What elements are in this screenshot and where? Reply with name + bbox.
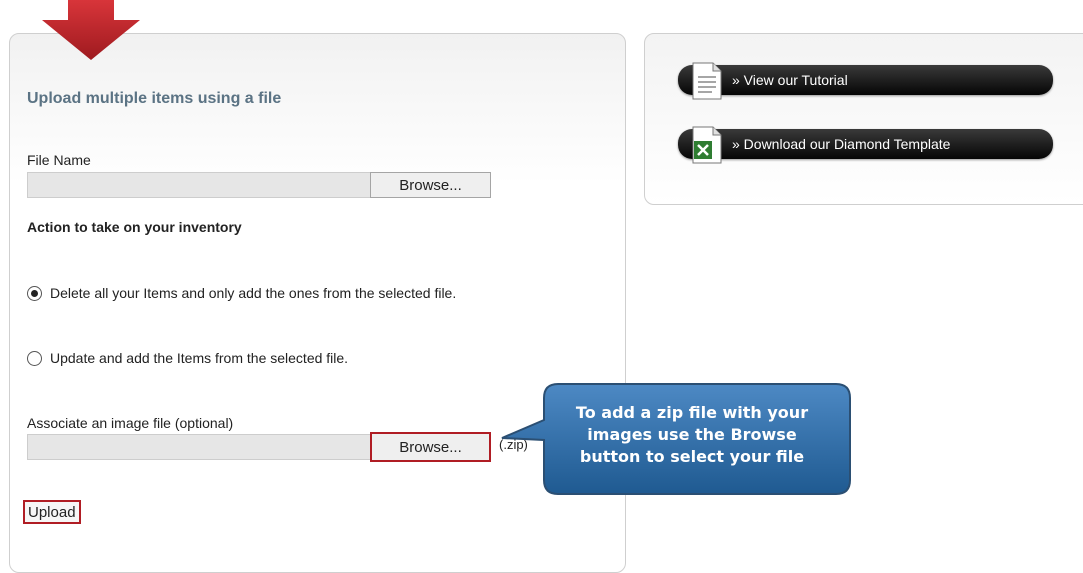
- action-label: Action to take on your inventory: [27, 219, 242, 235]
- callout-line: To add a zip file with your: [575, 403, 809, 422]
- red-down-arrow-icon: [42, 0, 140, 60]
- page-title: Upload multiple items using a file: [27, 90, 282, 107]
- radio-unselected-icon[interactable]: [27, 350, 42, 366]
- tutorial-link[interactable]: » View our Tutorial: [678, 62, 1053, 100]
- image-browse-button[interactable]: Browse...: [370, 432, 491, 462]
- image-file-label: Associate an image file (optional): [27, 415, 234, 431]
- radio-update-add-label: Update and add the Items from the select…: [50, 350, 349, 366]
- document-icon: [692, 62, 722, 100]
- file-name-label: File Name: [27, 152, 91, 168]
- callout-text: To add a zip file with your images use t…: [542, 402, 842, 468]
- diamond-template-link[interactable]: » Download our Diamond Template: [678, 126, 1053, 164]
- callout-line: images use the Browse: [587, 425, 797, 444]
- resources-panel: [644, 33, 1083, 205]
- image-file-field[interactable]: [27, 434, 371, 460]
- excel-icon: [692, 126, 722, 164]
- file-browse-button[interactable]: Browse...: [370, 172, 491, 198]
- radio-delete-all[interactable]: Delete all your Items and only add the o…: [27, 285, 456, 301]
- radio-delete-all-label: Delete all your Items and only add the o…: [50, 285, 457, 301]
- radio-selected-icon[interactable]: [27, 285, 42, 301]
- diamond-template-link-label: » Download our Diamond Template: [732, 136, 951, 152]
- tutorial-link-label: » View our Tutorial: [732, 72, 848, 88]
- radio-update-add[interactable]: Update and add the Items from the select…: [27, 350, 348, 366]
- file-name-field[interactable]: [27, 172, 371, 198]
- upload-button[interactable]: Upload: [23, 500, 81, 524]
- callout-line: button to select your file: [579, 447, 805, 466]
